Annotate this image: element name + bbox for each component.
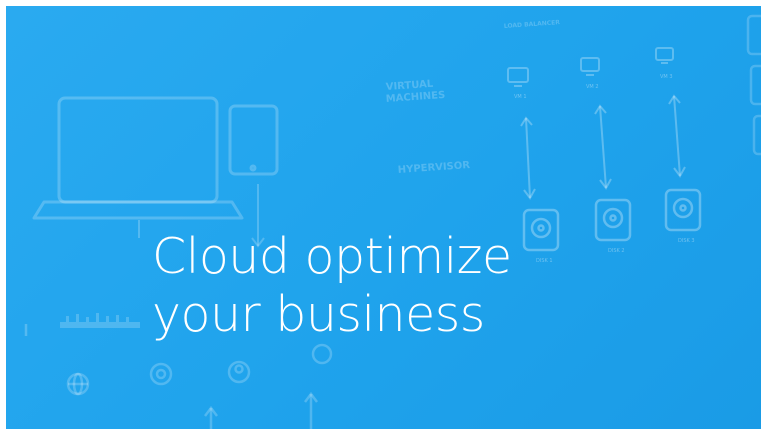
link-icon bbox=[311, 343, 333, 365]
vm-label: VM 2 bbox=[586, 84, 599, 90]
disk-icon bbox=[522, 208, 560, 252]
vm-label: VM 3 bbox=[660, 74, 673, 80]
vm-monitor-icon bbox=[507, 67, 529, 87]
laptop-icon bbox=[32, 96, 244, 220]
arrow-icon bbox=[520, 94, 686, 200]
vm-monitor-icon bbox=[580, 57, 600, 76]
settings-icon bbox=[149, 362, 173, 386]
headline: Cloud optimize your business bbox=[152, 228, 512, 344]
data-strip bbox=[60, 313, 140, 328]
disk-label: DISK 3 bbox=[678, 238, 695, 244]
tablet-icon bbox=[228, 104, 279, 176]
hero-banner: VIRTUAL MACHINES HYPERVISOR LOAD BALANCE… bbox=[6, 6, 761, 429]
disk-label: DISK 2 bbox=[608, 248, 625, 254]
background-diagram: VIRTUAL MACHINES HYPERVISOR LOAD BALANCE… bbox=[24, 14, 761, 429]
vm-label: VM 1 bbox=[514, 94, 527, 100]
vm-monitor-icon bbox=[655, 47, 674, 64]
load-balancer-label: LOAD BALANCER bbox=[504, 19, 561, 30]
headline-line-2: your business bbox=[152, 286, 485, 343]
user-icon bbox=[227, 360, 251, 384]
disk-icon bbox=[594, 198, 632, 242]
headline-line-1: Cloud optimize bbox=[152, 228, 512, 285]
server-rack-icon bbox=[746, 14, 761, 156]
globe-icon bbox=[66, 372, 90, 396]
hypervisor-label: HYPERVISOR bbox=[397, 160, 470, 176]
disk-icon bbox=[664, 188, 702, 232]
disk-label: DISK 1 bbox=[536, 258, 553, 264]
